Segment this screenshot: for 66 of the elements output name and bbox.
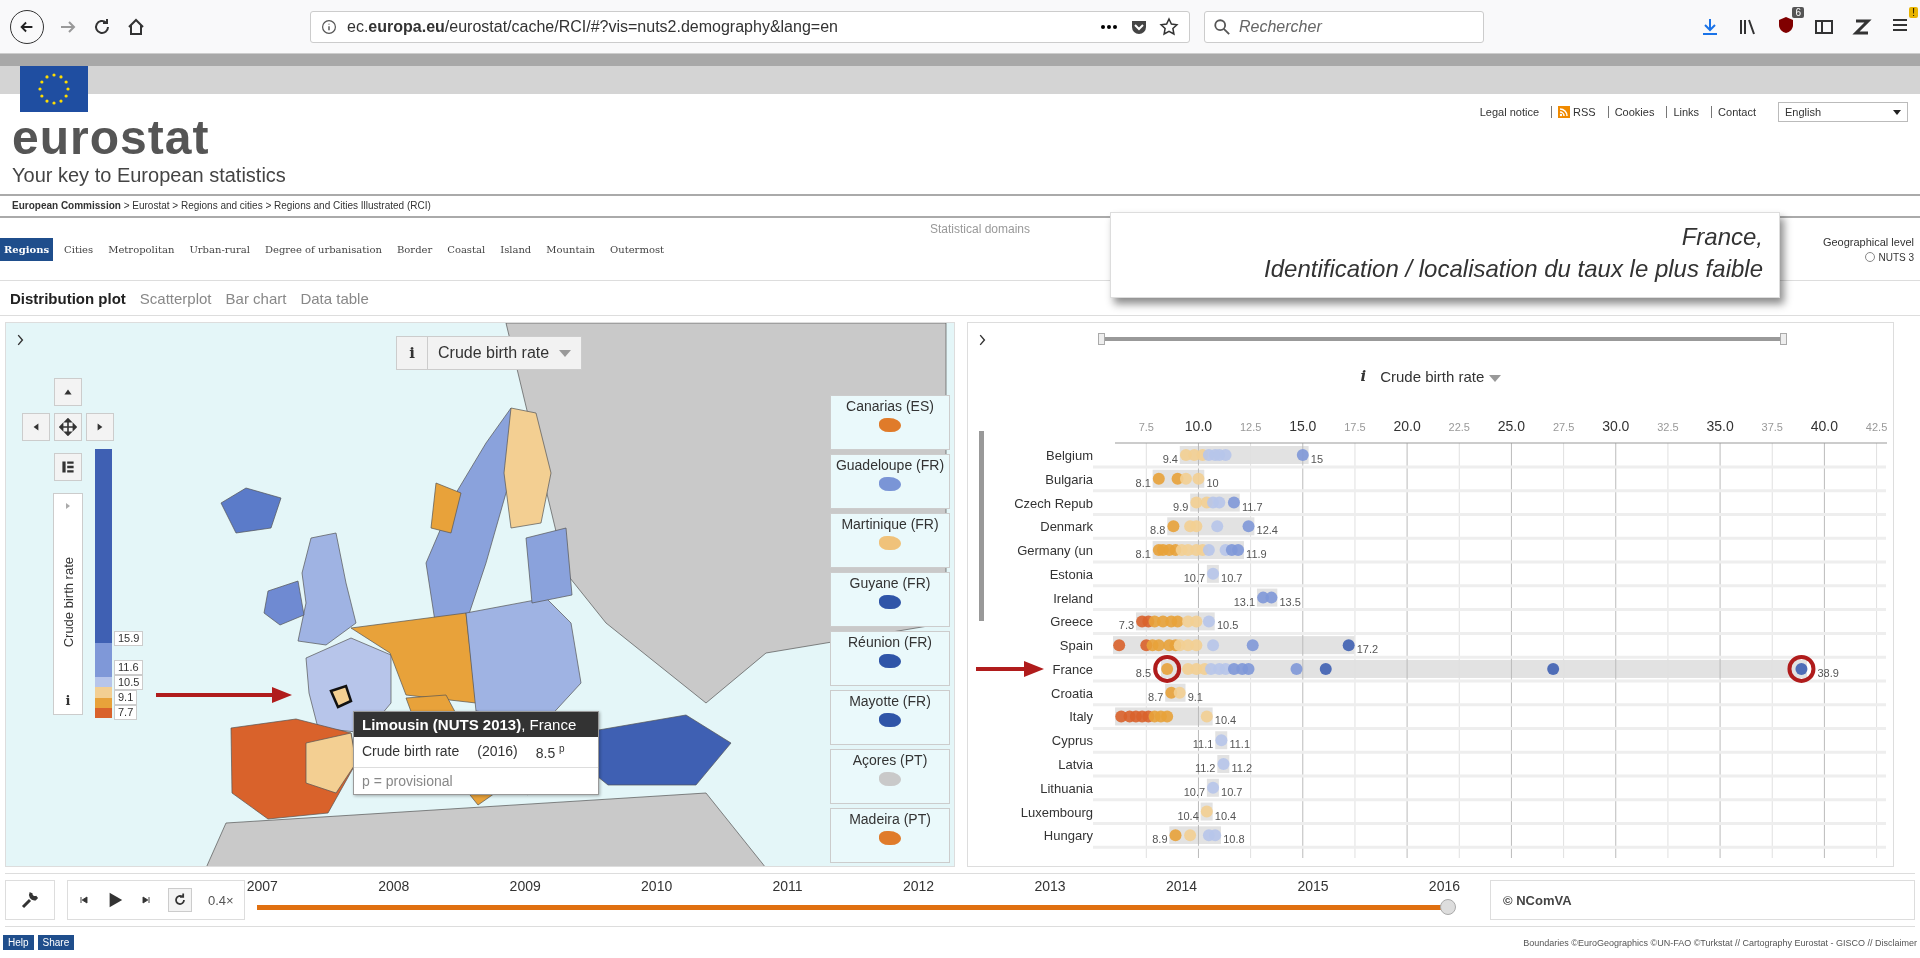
tooltip-title: Limousin (NUTS 2013), France xyxy=(354,712,598,737)
max-value-label: 10.7 xyxy=(1221,571,1243,584)
count-badge: 6 xyxy=(1792,6,1804,18)
max-value-label: 10.7 xyxy=(1221,785,1243,798)
min-value-label: 9.9 xyxy=(1173,500,1189,513)
max-value-label: 11.7 xyxy=(1241,500,1263,513)
credit-label: © NComVA xyxy=(1490,880,1915,920)
axis-tick-label: 37.5 xyxy=(1761,421,1783,433)
axis-tick-label: 7.5 xyxy=(1138,421,1154,433)
tagline: Your key to European statistics xyxy=(12,164,286,187)
axis-tick-label: 10.0 xyxy=(1184,418,1213,434)
axis-tick-label: 27.5 xyxy=(1552,421,1575,433)
max-value-label: 38.9 xyxy=(1817,666,1839,679)
min-value-label: 10.4 xyxy=(1177,809,1199,822)
max-value-label: 17.2 xyxy=(1356,643,1379,656)
tooltip-year: (2016) xyxy=(477,743,518,761)
legend-title: Crude birth rate xyxy=(60,557,76,648)
min-value-label: 9.4 xyxy=(1162,453,1178,465)
min-value-label: 11.1 xyxy=(1192,738,1214,751)
axis-tick-label: 22.5 xyxy=(1448,421,1470,433)
axis-tick-label: 25.0 xyxy=(1497,418,1526,434)
credits-text: Boundaries ©EuroGeographics ©UN-FAO ©Turkstat // Cartography Eurostat - GISCO // Disclaimer xyxy=(1523,937,1917,948)
axis-tick-label: 17.5 xyxy=(1344,421,1366,433)
max-value-label: 11.2 xyxy=(1231,762,1253,774)
axis-tick-label: 12.5 xyxy=(1239,421,1262,433)
min-value-label: 8.1 xyxy=(1135,548,1151,561)
legend-value: 15.9 xyxy=(114,631,144,646)
geographical-level-label: Geographical level xyxy=(1822,235,1914,248)
min-value-label: 8.7 xyxy=(1148,690,1164,703)
max-value-label: 12.4 xyxy=(1256,524,1278,537)
tooltip-indicator: Crude birth rate xyxy=(362,743,460,761)
max-value-label: 10.4 xyxy=(1214,714,1237,727)
statistical-domains-label: Statistical domains xyxy=(930,222,1031,236)
axis-tick-label: 20.0 xyxy=(1393,418,1421,434)
axis-tick-label: 30.0 xyxy=(1602,418,1630,434)
max-value-label: 15 xyxy=(1310,453,1324,465)
legend-value: 11.6 xyxy=(114,660,143,675)
min-value-label: 8.9 xyxy=(1152,833,1168,846)
axis-tick-label: 42.5 xyxy=(1865,421,1888,433)
min-value-label: 8.1 xyxy=(1135,476,1151,489)
axis-tick-label: 35.0 xyxy=(1706,418,1734,434)
tooltip-value: 8.5 $^{p}$ xyxy=(535,743,565,761)
max-value-label: 11.9 xyxy=(1246,548,1267,561)
max-value-label: 11.1 xyxy=(1229,738,1250,751)
update-badge: ! xyxy=(1909,6,1918,18)
annotation-callout: France, Identification / localisation du taux le plus faible xyxy=(1110,212,1780,298)
max-value-label: 9.1 xyxy=(1187,690,1203,703)
legend-value: 9.1 xyxy=(114,690,138,705)
legend-value: 7.7 xyxy=(114,705,138,720)
min-value-label: 8.5 xyxy=(1135,666,1152,679)
min-value-label: 11.2 xyxy=(1194,762,1216,774)
legend-value: 10.5 xyxy=(114,675,144,690)
min-value-label: 10.7 xyxy=(1183,571,1206,584)
max-value-label: 13.5 xyxy=(1279,595,1301,608)
max-value-label: 10.4 xyxy=(1214,809,1237,822)
axis-tick-label: 40.0 xyxy=(1810,418,1839,434)
max-value-label: 10 xyxy=(1206,476,1219,489)
min-value-label: 10.7 xyxy=(1183,785,1206,798)
max-value-label: 10.8 xyxy=(1223,833,1245,846)
min-value-label: 8.8 xyxy=(1150,524,1166,537)
axis-tick-label: 32.5 xyxy=(1657,421,1679,433)
min-value-label: 13.1 xyxy=(1233,595,1256,608)
max-value-label: 10.5 xyxy=(1216,619,1239,632)
min-value-label: 7.3 xyxy=(1118,619,1135,632)
axis-tick-label: 15.0 xyxy=(1289,418,1317,434)
tooltip-footnote: p = provisional xyxy=(361,771,454,791)
